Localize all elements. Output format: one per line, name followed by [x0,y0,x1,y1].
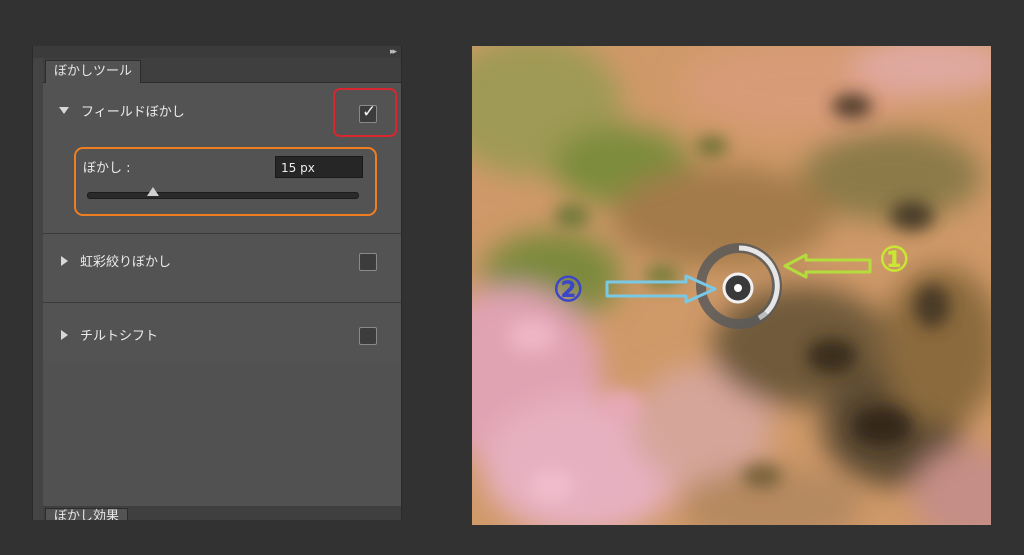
iris-blur-checkbox[interactable] [359,253,377,271]
section-iris-blur-header[interactable]: 虹彩絞りぼかし [59,251,171,270]
expand-triangle-icon[interactable] [59,107,69,114]
panel-empty-area [43,361,401,506]
section-field-blur-label: フィールドぼかし [81,105,185,120]
section-tilt-shift-header[interactable]: チルトシフト [59,325,158,344]
expand-triangle-icon[interactable] [61,255,68,266]
annotation-label-2: ② [553,270,584,310]
panel-content: フィールドぼかし ✓ ぼかし : 15 px 虹彩絞りぼかし チルトシフト [43,83,401,506]
section-iris-blur: 虹彩絞りぼかし [43,233,401,303]
panel-bottom-tab-bar: ぼかし効果 [43,506,401,520]
blurred-photo-image [472,46,991,525]
panel-gutter [33,58,43,520]
blur-control-highlight [74,147,377,216]
section-iris-blur-label: 虹彩絞りぼかし [80,255,172,270]
section-field-blur: フィールドぼかし ✓ ぼかし : 15 px [43,83,401,234]
section-tilt-shift: チルトシフト [43,303,401,362]
section-field-blur-header[interactable]: フィールドぼかし [59,101,185,120]
panel-title-bar: ▸▸ [33,46,401,58]
panel-tab-bar: ぼかしツール [43,58,401,83]
tilt-shift-checkbox[interactable] [359,327,377,345]
tab-blur-tools[interactable]: ぼかしツール [45,60,142,83]
expand-triangle-icon[interactable] [61,329,68,340]
blur-tools-panel: ▸▸ ぼかしツール フィールドぼかし ✓ ぼかし : 15 px 虹彩絞りぼかし… [32,46,402,520]
section-tilt-shift-label: チルトシフト [80,329,159,344]
annotation-label-1: ① [879,240,910,280]
collapse-panel-icon[interactable]: ▸▸ [390,47,397,57]
checkbox-highlight [333,88,397,137]
blurred-photo-canvas[interactable]: ① ② [472,46,991,525]
tab-blur-effects[interactable]: ぼかし効果 [45,508,129,520]
